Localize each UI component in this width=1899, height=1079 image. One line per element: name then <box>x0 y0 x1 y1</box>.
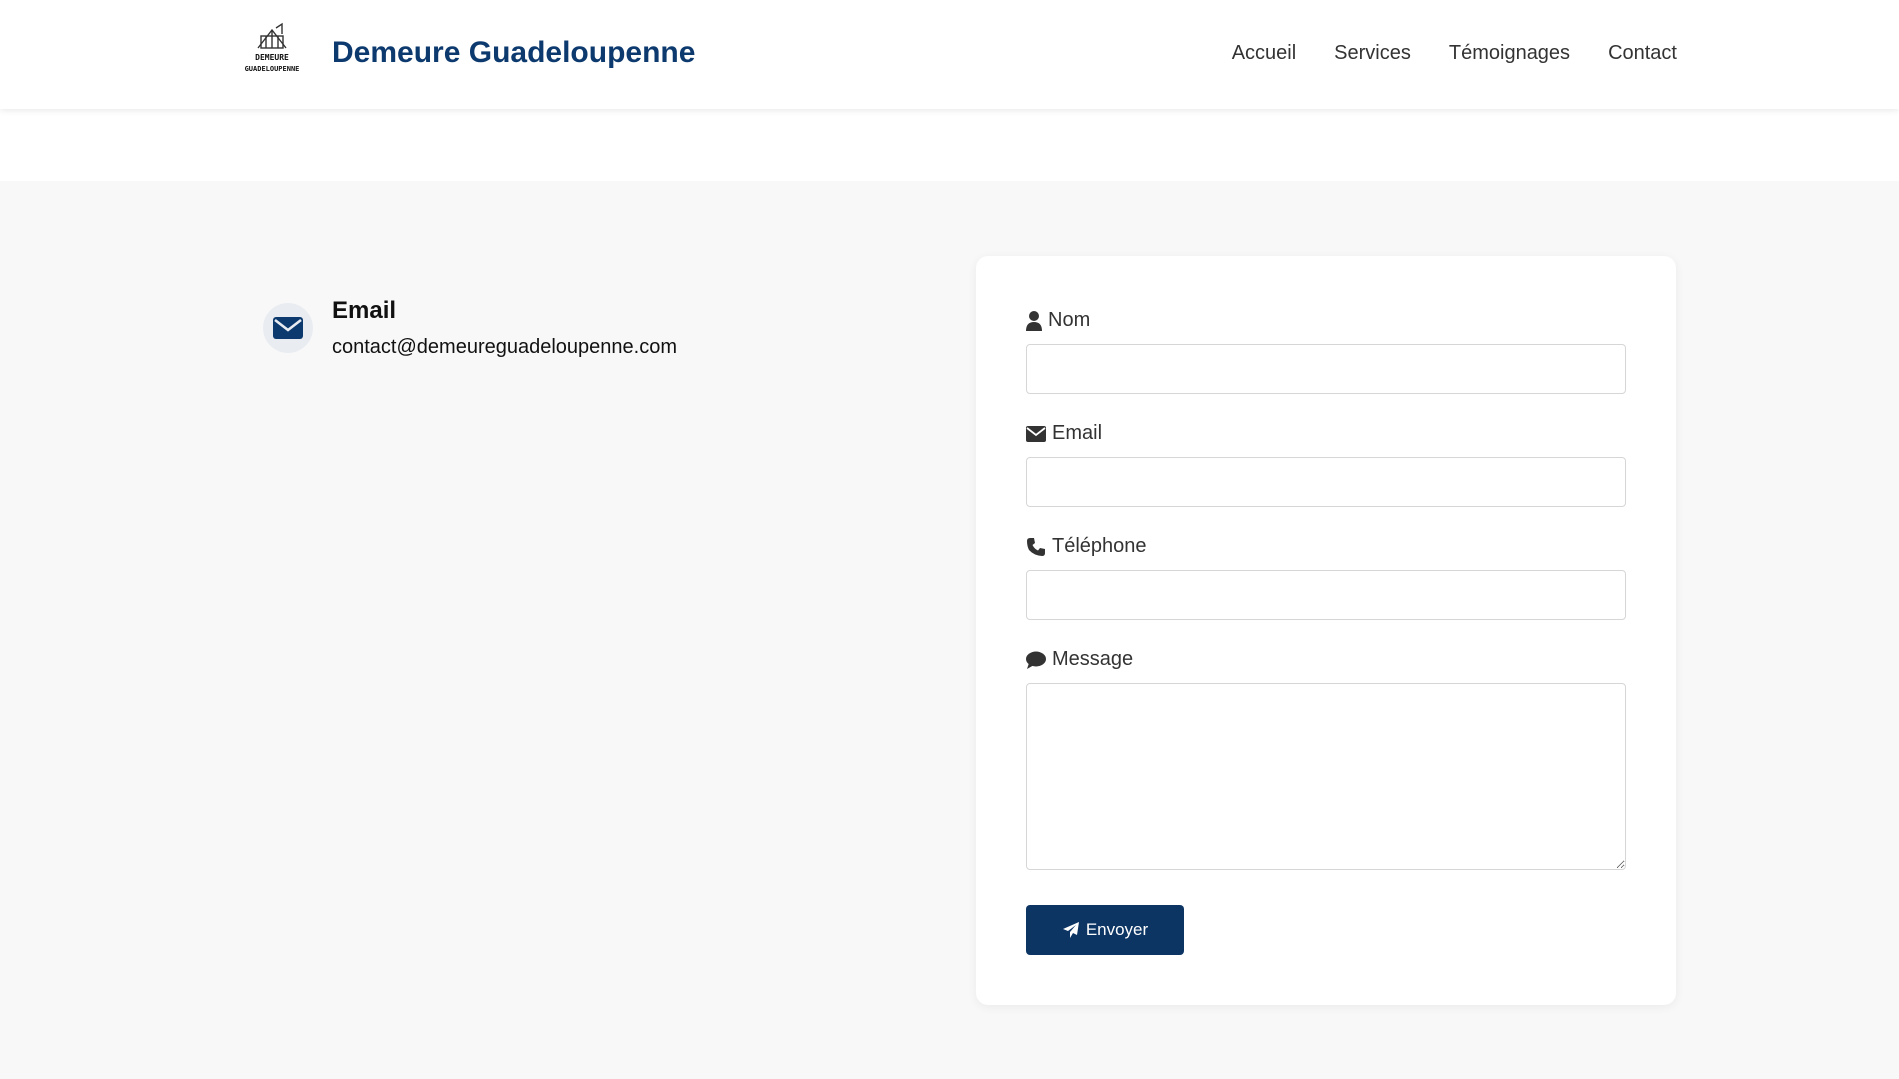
email-info-icon-circle <box>263 303 313 353</box>
user-icon <box>1026 310 1042 331</box>
phone-label: Téléphone <box>1026 535 1147 558</box>
name-label: Nom <box>1026 309 1090 332</box>
nav-item-contact[interactable]: Contact <box>1608 42 1677 65</box>
site-header: DEMEURE GUADELOUPENNE Demeure Guadeloupe… <box>0 0 1899 109</box>
email-label: Email <box>1026 422 1102 445</box>
email-info-value[interactable]: contact@demeureguadeloupenne.com <box>332 336 677 359</box>
comment-icon <box>1026 651 1046 669</box>
submit-button[interactable]: Envoyer <box>1026 905 1184 955</box>
envelope-icon <box>273 317 303 339</box>
phone-label-text: Téléphone <box>1052 535 1147 557</box>
logo-line-2: GUADELOUPENNE <box>245 65 300 73</box>
email-label-text: Email <box>1052 422 1103 444</box>
name-input[interactable] <box>1026 344 1626 394</box>
main-nav: Accueil Services Témoignages Contact <box>1232 42 1677 65</box>
email-input[interactable] <box>1026 457 1626 507</box>
logo[interactable]: DEMEURE GUADELOUPENNE <box>236 22 308 76</box>
nav-item-services[interactable]: Services <box>1334 42 1411 65</box>
email-info-title: Email <box>332 297 397 324</box>
nav-item-temoignages[interactable]: Témoignages <box>1449 42 1570 65</box>
brand-name[interactable]: Demeure Guadeloupenne <box>332 36 695 70</box>
submit-label: Envoyer <box>1085 920 1149 939</box>
paper-plane-icon <box>1062 922 1079 938</box>
envelope-icon <box>1026 425 1046 442</box>
name-label-text: Nom <box>1048 309 1091 331</box>
nav-item-accueil[interactable]: Accueil <box>1232 42 1296 65</box>
phone-icon <box>1027 537 1045 556</box>
message-label-text: Message <box>1052 648 1134 670</box>
logo-line-1: DEMEURE <box>255 53 289 62</box>
contact-form: Nom Email Téléphone Message Envoyer <box>976 256 1676 1005</box>
phone-input[interactable] <box>1026 570 1626 620</box>
message-label: Message <box>1026 648 1133 671</box>
message-textarea[interactable] <box>1026 683 1626 870</box>
